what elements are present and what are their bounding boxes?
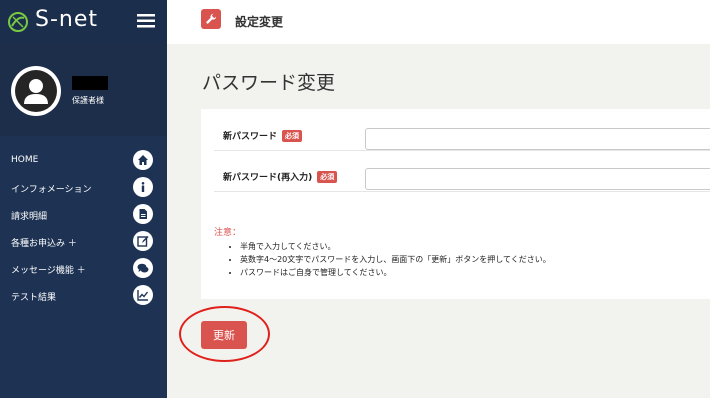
- note-item: パスワードはご自身で管理してください。: [240, 267, 551, 278]
- confirm-password-input[interactable]: [365, 168, 710, 190]
- field-label-text: 新パスワード(再入力): [223, 173, 313, 183]
- note-item: 半角で入力してください。: [240, 241, 551, 252]
- edit-icon: [133, 231, 153, 251]
- field-label-text: 新パスワード: [223, 132, 278, 142]
- note-item: 英数字4～20文字でパスワードを入力し、画面下の「更新」ボタンを押してください。: [240, 254, 551, 265]
- sidebar-item-label: HOME: [11, 155, 39, 165]
- sidebar-item-label: テスト結果: [11, 293, 57, 303]
- redacted-user-name: [72, 76, 108, 90]
- new-password-label: 新パスワード 必須: [223, 129, 303, 142]
- user-role: 保護者様: [72, 96, 104, 105]
- sidebar-item-messages[interactable]: メッセージ機能 ＋: [0, 255, 167, 282]
- required-badge: 必須: [317, 171, 338, 183]
- chat-icon: [133, 258, 153, 278]
- hamburger-menu-icon[interactable]: [137, 13, 155, 29]
- sidebar: S-net 保護者様 HOME インフォメーション 請求明細 各種お申込み ＋ …: [0, 0, 167, 398]
- top-header: 設定変更: [167, 0, 710, 44]
- globe-logo-icon: [8, 12, 28, 32]
- sidebar-item-test-results[interactable]: テスト結果: [0, 282, 167, 309]
- user-profile: 保護者様: [0, 44, 167, 136]
- chart-icon: [133, 285, 153, 305]
- home-icon: [133, 150, 153, 170]
- new-password-input[interactable]: [365, 128, 710, 150]
- sidebar-item-label: インフォメーション: [11, 185, 92, 195]
- sidebar-item-information[interactable]: インフォメーション: [0, 174, 167, 201]
- sidebar-item-applications[interactable]: 各種お申込み ＋: [0, 228, 167, 255]
- document-icon: [133, 204, 153, 224]
- sidebar-nav: HOME インフォメーション 請求明細 各種お申込み ＋ メッセージ機能 ＋ テ…: [0, 147, 167, 309]
- brand-header: S-net: [0, 0, 167, 44]
- new-password-row: 新パスワード 必須: [214, 109, 710, 151]
- notes-title: 注意：: [214, 228, 242, 238]
- sidebar-item-label: メッセージ機能 ＋: [11, 266, 86, 276]
- sidebar-item-label: 各種お申込み ＋: [11, 239, 77, 249]
- confirm-password-row: 新パスワード(再入力) 必須: [214, 150, 710, 192]
- page-title: パスワード変更: [202, 72, 336, 94]
- info-icon: [133, 177, 153, 197]
- sidebar-item-label: 請求明細: [11, 212, 48, 222]
- brand-name: S-net: [35, 7, 99, 32]
- notes: 注意： 半角で入力してください。 英数字4～20文字でパスワードを入力し、画面下…: [214, 225, 551, 280]
- sidebar-item-billing[interactable]: 請求明細: [0, 201, 167, 228]
- notes-list: 半角で入力してください。 英数字4～20文字でパスワードを入力し、画面下の「更新…: [214, 241, 551, 278]
- annotation-circle: [179, 306, 270, 362]
- wrench-icon: [201, 9, 221, 29]
- avatar: [11, 66, 61, 116]
- sidebar-item-home[interactable]: HOME: [0, 147, 167, 174]
- header-title: 設定変更: [235, 15, 284, 29]
- confirm-password-label: 新パスワード(再入力) 必須: [223, 170, 338, 183]
- user-icon: [24, 79, 48, 104]
- required-badge: 必須: [282, 130, 303, 142]
